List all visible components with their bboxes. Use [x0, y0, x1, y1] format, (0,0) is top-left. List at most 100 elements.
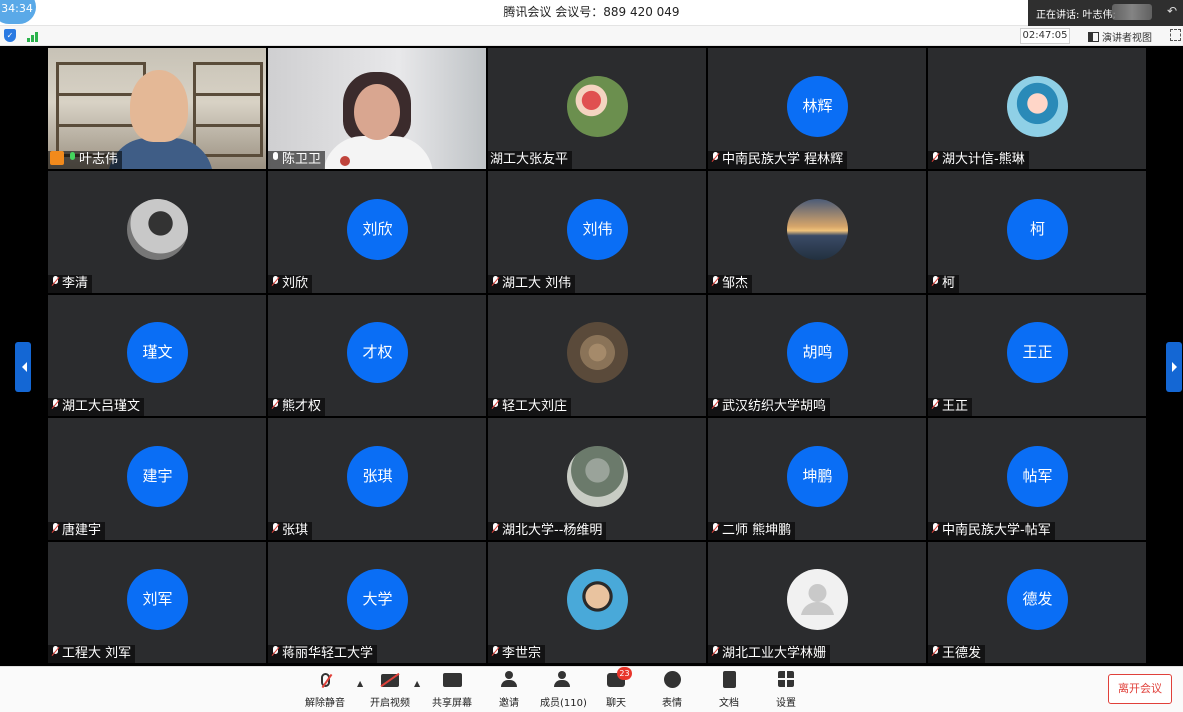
- video-options-chevron-icon[interactable]: ▲: [414, 679, 420, 688]
- muted-mic-icon: [710, 645, 720, 658]
- muted-mic-icon: [320, 673, 330, 687]
- speaker-view-button[interactable]: 演讲者视图: [1088, 29, 1152, 44]
- invite-label: 邀请: [499, 698, 519, 709]
- members-button[interactable]: 成员(110): [540, 671, 587, 709]
- host-icon: [50, 151, 64, 166]
- reactions-button[interactable]: 表情: [659, 671, 685, 709]
- participant-tile[interactable]: 叶志伟: [48, 48, 266, 170]
- participant-tile[interactable]: 德发 王德发: [928, 541, 1146, 663]
- leave-meeting-button[interactable]: 离开会议: [1108, 674, 1172, 704]
- participant-name: 刘欣: [282, 275, 309, 291]
- avatar-initials: 刘欣: [347, 199, 408, 261]
- avatar-photo: [567, 445, 628, 507]
- status-bar: ✓ 02:47:05 演讲者视图: [0, 26, 1183, 46]
- participant-name-tag: 王正: [928, 398, 973, 417]
- muted-mic-icon: [710, 152, 720, 164]
- participant-tile[interactable]: 胡鸣 武汉纺织大学胡鸣: [708, 294, 926, 417]
- participant-name-tag: 唐建宇: [48, 521, 106, 540]
- participant-name: 王正: [942, 399, 969, 415]
- participant-tile[interactable]: 建宇 唐建宇: [48, 418, 266, 540]
- chat-button[interactable]: 23 聊天: [603, 667, 632, 709]
- participant-tile[interactable]: 陈卫卫: [268, 48, 486, 170]
- invite-button[interactable]: 邀请: [495, 671, 523, 709]
- participant-name-tag: 李世宗: [488, 644, 546, 663]
- participant-tile[interactable]: 林辉 中南民族大学 程林辉: [708, 48, 926, 170]
- participant-name: 陈卫卫: [282, 152, 322, 168]
- participant-tile[interactable]: 刘欣 刘欣: [268, 171, 486, 293]
- participant-name-tag: 湖工大 刘伟: [488, 274, 576, 293]
- participant-tile[interactable]: 王正 王正: [928, 294, 1146, 417]
- unmute-button[interactable]: 解除静音: [305, 671, 345, 709]
- avatar-initials: 柯: [1007, 199, 1068, 261]
- participant-name-tag: 二师 熊坤鹏: [708, 521, 796, 540]
- participant-tile[interactable]: 张琪 张琪: [268, 418, 486, 540]
- participant-name: 熊才权: [282, 399, 322, 415]
- speaking-indicator: 正在讲话: 叶志伟; ↶: [1028, 0, 1183, 26]
- avatar-photo: [567, 75, 628, 137]
- muted-mic-icon: [50, 399, 60, 411]
- participant-tile[interactable]: 邹杰: [708, 171, 926, 293]
- participant-tile[interactable]: 湖北工业大学林姗: [708, 541, 926, 663]
- avatar-initials: 刘伟: [567, 199, 628, 261]
- active-mic-icon: [67, 152, 77, 164]
- share-screen-button[interactable]: 共享屏幕: [432, 671, 472, 709]
- settings-button[interactable]: 设置: [773, 671, 799, 709]
- participant-name: 张琪: [282, 522, 309, 538]
- muted-mic-icon: [490, 645, 500, 658]
- participant-tile[interactable]: 李世宗: [488, 541, 706, 663]
- docs-button[interactable]: 文档: [716, 671, 742, 709]
- layout-icon: [1088, 32, 1099, 42]
- docs-label: 文档: [719, 698, 739, 709]
- muted-mic-icon: [490, 275, 500, 288]
- participant-tile[interactable]: 湖大计信-熊琳: [928, 48, 1146, 170]
- participant-name: 王德发: [942, 645, 982, 661]
- participant-name-tag: 武汉纺织大学胡鸣: [708, 398, 831, 417]
- security-shield-icon[interactable]: ✓: [4, 29, 16, 42]
- participant-tile[interactable]: 坤鹏 二师 熊坤鹏: [708, 418, 926, 540]
- participant-tile[interactable]: 才权 熊才权: [268, 294, 486, 417]
- audio-options-chevron-icon[interactable]: ▲: [357, 679, 363, 688]
- participant-tile[interactable]: 刘军工程大 刘军: [48, 541, 266, 663]
- participant-tile[interactable]: 帖军 中南民族大学-帖军: [928, 418, 1146, 540]
- chat-label: 聊天: [606, 698, 626, 709]
- participant-name: 轻工大刘庄: [502, 399, 568, 415]
- participant-tile[interactable]: 瑾文 湖工大吕瑾文: [48, 294, 266, 417]
- chat-unread-badge: 23: [617, 667, 632, 680]
- participant-name-tag: 湖工大张友平: [488, 151, 573, 170]
- participant-tile[interactable]: 轻工大刘庄: [488, 294, 706, 417]
- participant-name: 蒋丽华轻工大学: [282, 645, 374, 661]
- muted-mic-icon: [490, 399, 500, 411]
- avatar-photo: [787, 199, 848, 261]
- blurred-speaker-area: [1112, 4, 1152, 20]
- avatar-initials: 王正: [1007, 322, 1068, 384]
- participant-name-tag: 蒋丽华轻工大学: [268, 644, 378, 663]
- muted-mic-icon: [50, 645, 60, 658]
- participant-name-tag: 湖工大吕瑾文: [48, 398, 145, 417]
- participant-tile[interactable]: 湖北大学--杨维明: [488, 418, 706, 540]
- muted-mic-icon: [930, 522, 940, 535]
- default-avatar-icon: [787, 569, 848, 631]
- participant-tile[interactable]: 李清: [48, 171, 266, 293]
- collapse-icon[interactable]: ↶: [1167, 4, 1177, 18]
- prev-page-button[interactable]: [15, 342, 31, 392]
- start-video-button[interactable]: 开启视频: [370, 671, 410, 709]
- document-icon: [722, 671, 736, 688]
- participant-name-tag: 湖大计信-熊琳: [928, 151, 1029, 170]
- avatar-photo: [567, 569, 628, 631]
- avatar-initials: 张琪: [347, 445, 408, 507]
- avatar-initials: 刘军: [127, 569, 188, 631]
- participant-tile[interactable]: 大学 蒋丽华轻工大学: [268, 541, 486, 663]
- fullscreen-icon[interactable]: [1170, 29, 1181, 41]
- next-page-button[interactable]: [1166, 342, 1182, 392]
- participant-name: 工程大 刘军: [62, 645, 132, 661]
- participant-tile[interactable]: 湖工大张友平: [488, 48, 706, 170]
- avatar-initials: 帖军: [1007, 445, 1068, 507]
- muted-mic-icon: [930, 399, 940, 411]
- participant-name-tag: 轻工大刘庄: [488, 398, 572, 417]
- start-video-label: 开启视频: [370, 698, 410, 709]
- participant-tile[interactable]: 柯柯: [928, 171, 1146, 293]
- settings-grid-icon: [778, 671, 794, 687]
- participant-tile[interactable]: 刘伟湖工大 刘伟: [488, 171, 706, 293]
- muted-mic-icon: [270, 275, 280, 288]
- network-signal-icon[interactable]: [27, 30, 41, 42]
